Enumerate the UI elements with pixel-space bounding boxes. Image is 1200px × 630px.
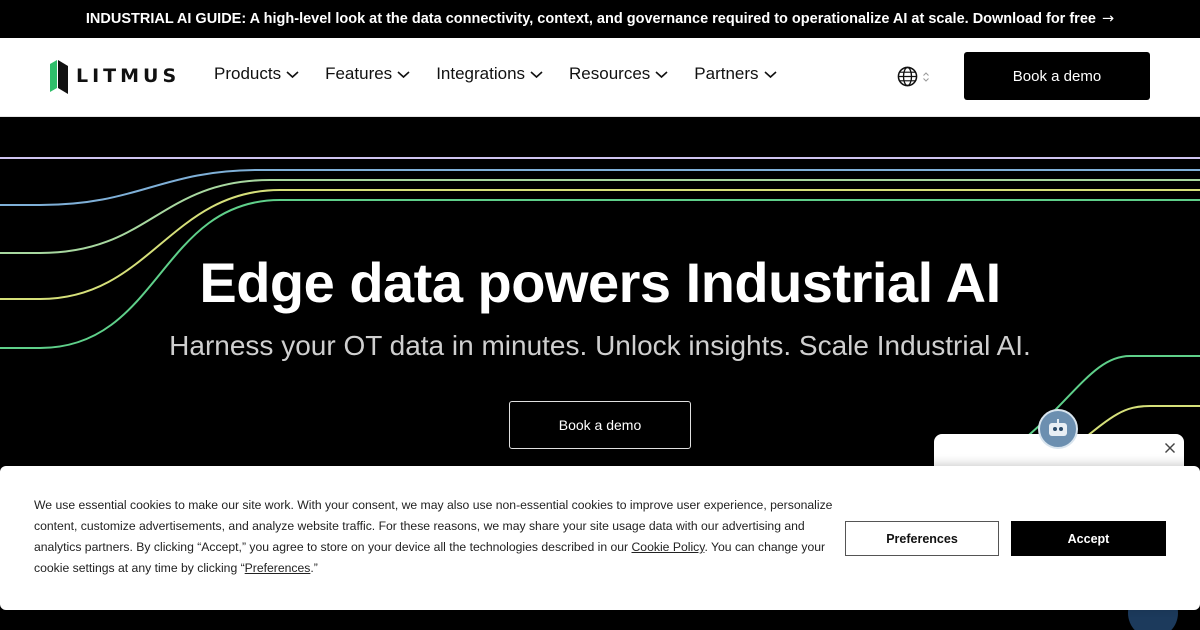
nav-item-resources[interactable]: Resources bbox=[569, 64, 668, 84]
banner-text: INDUSTRIAL AI GUIDE: A high-level look a… bbox=[85, 11, 1096, 27]
nav-item-label: Partners bbox=[694, 64, 759, 83]
nav-item-features[interactable]: Features bbox=[325, 64, 410, 84]
nav-item-label: Features bbox=[325, 64, 393, 83]
hero-title: Edge data powers Industrial AI bbox=[199, 251, 1001, 314]
chevron-down-icon bbox=[530, 70, 543, 78]
arrow-right-icon: → bbox=[1101, 11, 1115, 27]
nav-item-label: Integrations bbox=[436, 64, 526, 83]
nav-item-integrations[interactable]: Integrations bbox=[436, 64, 543, 84]
hero-subtitle: Harness your OT data in minutes. Unlock … bbox=[169, 330, 1031, 361]
preferences-link[interactable]: Preferences bbox=[245, 561, 311, 575]
globe-icon bbox=[897, 66, 918, 87]
nav-item-products[interactable]: Products bbox=[214, 64, 299, 84]
chevron-down-icon bbox=[286, 70, 299, 78]
logo-mark-icon bbox=[50, 60, 68, 94]
nav-item-label: Products bbox=[214, 64, 282, 83]
chevron-down-icon bbox=[655, 70, 668, 78]
chevron-down-icon bbox=[764, 70, 777, 78]
nav-menu: Products Features Integrations Resources… bbox=[214, 64, 803, 84]
chat-bot-icon bbox=[1049, 419, 1067, 436]
accept-button[interactable]: Accept bbox=[1011, 521, 1166, 556]
chat-avatar[interactable] bbox=[1038, 409, 1078, 449]
chevron-down-icon bbox=[397, 70, 410, 78]
chevron-up-down-icon bbox=[923, 71, 929, 82]
litmus-logo[interactable]: LITMUS bbox=[50, 58, 180, 94]
preferences-button[interactable]: Preferences bbox=[845, 521, 999, 556]
nav-item-label: Resources bbox=[569, 64, 651, 83]
close-icon[interactable] bbox=[1164, 442, 1176, 454]
language-selector[interactable] bbox=[897, 66, 930, 87]
cookie-text-part: .” bbox=[310, 561, 318, 575]
announcement-banner[interactable]: INDUSTRIAL AI GUIDE: A high-level look a… bbox=[0, 0, 1200, 38]
cookie-policy-link[interactable]: Cookie Policy bbox=[632, 540, 705, 554]
cookie-consent-banner: We use essential cookies to make our sit… bbox=[0, 466, 1200, 610]
hero-book-demo-button[interactable]: Book a demo bbox=[509, 401, 691, 449]
book-demo-button[interactable]: Book a demo bbox=[964, 52, 1150, 100]
nav-item-partners[interactable]: Partners bbox=[694, 64, 777, 84]
logo-text: LITMUS bbox=[76, 65, 181, 87]
cookie-message: We use essential cookies to make our sit… bbox=[34, 495, 834, 579]
